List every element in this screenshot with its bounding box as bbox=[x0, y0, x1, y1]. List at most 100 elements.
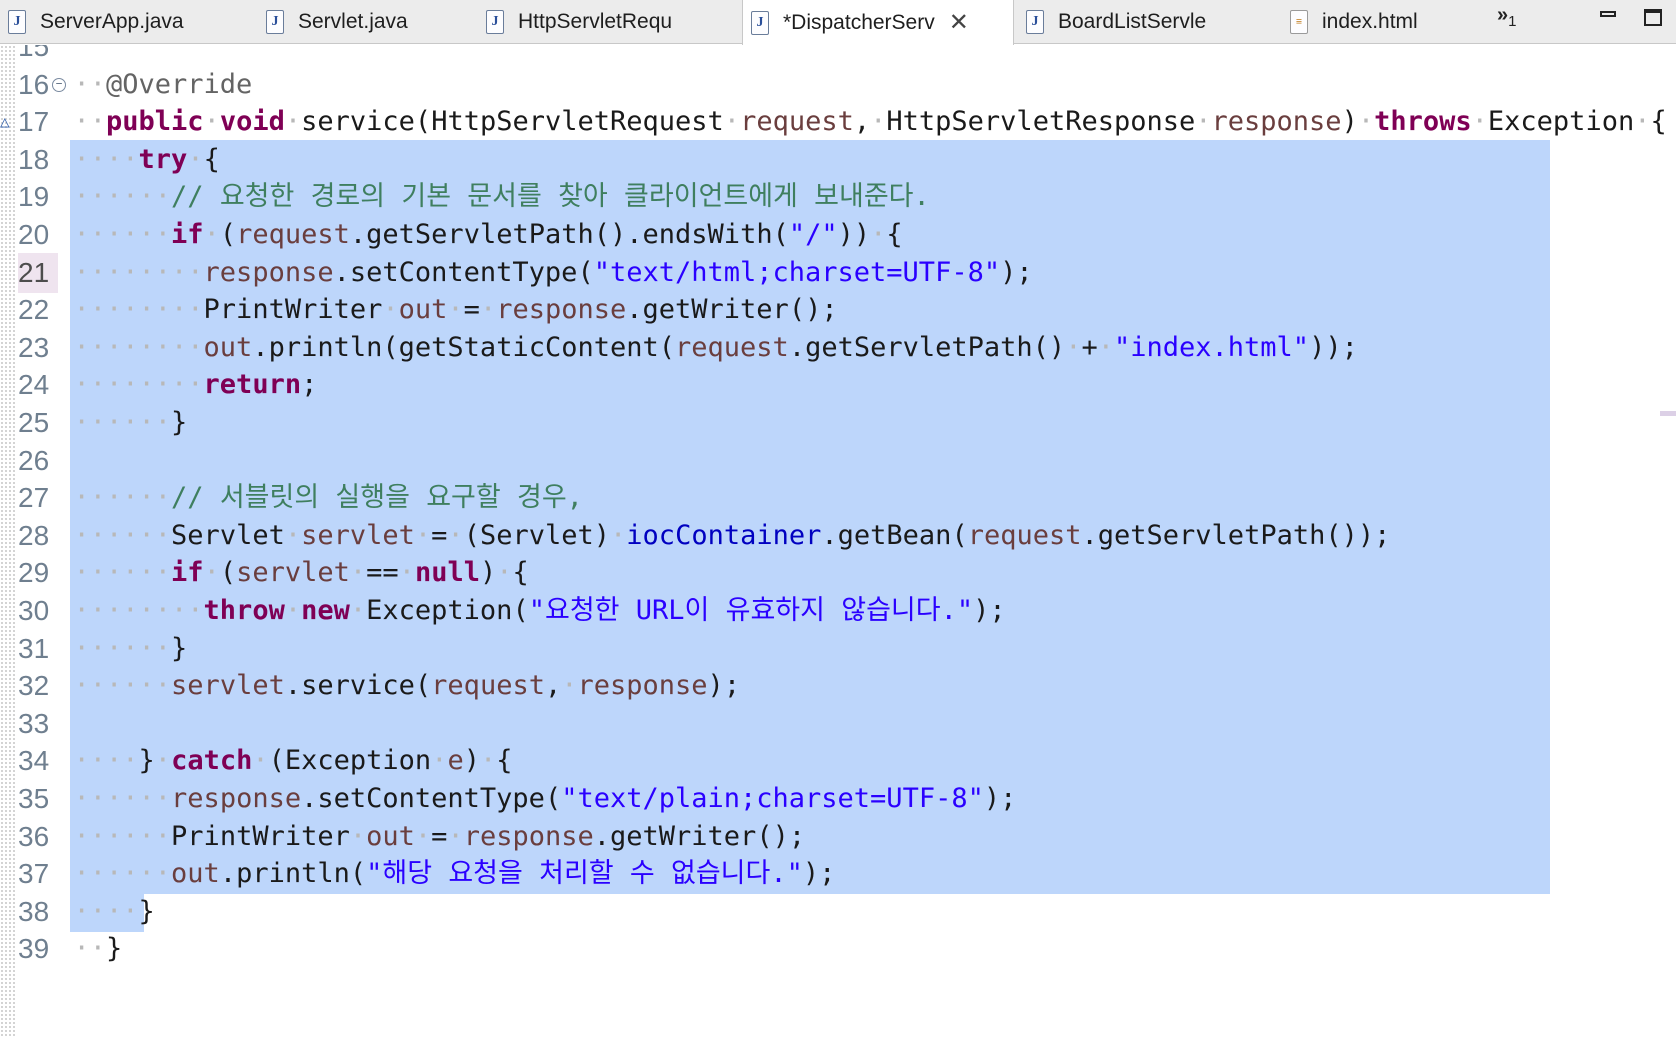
line-number: 21 bbox=[18, 252, 58, 293]
code-text: ········throw·new·Exception("요청한 URL이 유효… bbox=[73, 595, 1006, 626]
code-line[interactable]: 39 ··} bbox=[0, 929, 1676, 969]
tab-label: *DispatcherServ bbox=[783, 10, 935, 34]
code-line[interactable]: 23 ········out.println(getStaticContent(r… bbox=[0, 327, 1676, 368]
code-line[interactable]: 19 ······// 요청한 경로의 기본 문서를 찾아 클라이언트에게 보내준… bbox=[0, 177, 1676, 218]
code-text: ··public·void·service(HttpServletRequest… bbox=[73, 106, 1667, 138]
fold-toggle-icon[interactable]: − bbox=[52, 77, 66, 92]
code-text: ········PrintWriter·out·=·response.getWr… bbox=[73, 294, 838, 326]
code-line[interactable]: 37 ······out.println("해당 요청을 처리할 수 없습니다."… bbox=[0, 854, 1676, 895]
line-number: 35 bbox=[18, 783, 50, 814]
line-number: 19 bbox=[18, 181, 50, 213]
tab-servlet[interactable]: J Servlet.java bbox=[258, 0, 476, 44]
code-text: ······Servlet·servlet·=·(Servlet)·iocCon… bbox=[73, 519, 1391, 551]
code-text: ····}·catch·(Exception·e)·{ bbox=[73, 745, 513, 777]
line-number: 39 bbox=[18, 933, 50, 965]
line-number: 17 bbox=[18, 106, 50, 138]
code-text: ····try·{ bbox=[73, 143, 220, 175]
line-number: 22 bbox=[18, 294, 50, 326]
tab-httpservletrequest[interactable]: J HttpServletRequ bbox=[478, 0, 738, 44]
tab-overflow-button[interactable]: »1 bbox=[1497, 4, 1516, 30]
code-text: ······if·(servlet·==·null)·{ bbox=[73, 557, 529, 589]
code-line[interactable]: 26 bbox=[0, 440, 1676, 481]
code-line[interactable]: 36 ······PrintWriter·out·=·response.getWr… bbox=[0, 816, 1676, 857]
code-text: ······PrintWriter·out·=·response.getWrit… bbox=[73, 820, 806, 852]
code-text: ······// 서블릿의 실행을 요구할 경우, bbox=[73, 482, 583, 514]
line-number: 24 bbox=[18, 369, 50, 401]
code-text: ······response.setContentType("text/plai… bbox=[73, 783, 1017, 814]
html-file-icon: ≡ bbox=[1290, 10, 1308, 34]
selection-highlight bbox=[70, 403, 1550, 443]
code-line[interactable]: 24 ········return; bbox=[0, 365, 1676, 406]
tab-label: index.html bbox=[1322, 10, 1418, 33]
overflow-count: 1 bbox=[1508, 13, 1517, 30]
line-number: 32 bbox=[18, 670, 50, 702]
code-line[interactable]: 27 ······// 서블릿의 실행을 요구할 경우, bbox=[0, 478, 1676, 519]
line-number: 26 bbox=[18, 444, 50, 476]
override-marker-icon[interactable]: △ bbox=[0, 102, 10, 142]
overview-ruler-marker[interactable] bbox=[1660, 411, 1676, 416]
code-line[interactable]: 25 ······} bbox=[0, 403, 1676, 443]
editor-tab-bar: J ServerApp.java J Servlet.java J HttpSe… bbox=[0, 0, 1676, 45]
line-number: 31 bbox=[18, 632, 50, 664]
tab-serverapp[interactable]: J ServerApp.java bbox=[0, 0, 248, 44]
line-number: 28 bbox=[18, 519, 50, 551]
code-line[interactable]: 30 ········throw·new·Exception("요청한 URL이 … bbox=[0, 591, 1676, 631]
code-text: ······servlet.service(request,·response)… bbox=[73, 670, 741, 702]
code-line[interactable]: 17 △ ··public·void·service(HttpServletRequ… bbox=[0, 102, 1676, 142]
code-text: ······// 요청한 경로의 기본 문서를 찾아 클라이언트에게 보내준다. bbox=[73, 181, 930, 213]
code-line[interactable]: 18 ····try·{ bbox=[0, 139, 1676, 180]
code-text: ··@Override bbox=[73, 68, 253, 100]
line-number: 18 bbox=[18, 143, 50, 175]
java-file-icon: J bbox=[266, 10, 284, 34]
code-line[interactable]: 35 ······response.setContentType("text/pl… bbox=[0, 779, 1676, 819]
java-file-icon: J bbox=[751, 10, 769, 35]
line-number: 34 bbox=[18, 745, 50, 777]
code-line[interactable]: 38 ····} bbox=[0, 891, 1676, 932]
code-text: ········response.setContentType("text/ht… bbox=[73, 256, 1033, 288]
code-line[interactable]: 34 ····}·catch·(Exception·e)·{ bbox=[0, 741, 1676, 782]
selection-highlight bbox=[70, 628, 1550, 669]
selection-highlight bbox=[70, 703, 1550, 744]
code-line[interactable]: 28 ······Servlet·servlet·=·(Servlet)·iocC… bbox=[0, 515, 1676, 556]
code-line[interactable]: 21 ········response.setContentType("text/… bbox=[0, 252, 1676, 293]
minimize-icon[interactable] bbox=[1600, 11, 1616, 17]
maximize-icon[interactable] bbox=[1644, 9, 1662, 26]
code-text: ········return; bbox=[73, 369, 318, 401]
line-number: 23 bbox=[18, 331, 50, 363]
code-text: ······out.println("해당 요청을 처리할 수 없습니다."); bbox=[73, 858, 836, 890]
selection-highlight bbox=[70, 139, 1550, 180]
line-number: 37 bbox=[18, 858, 50, 890]
code-editor[interactable]: 15 16− ··@Override 17 △ ··public·void·service… bbox=[0, 45, 1676, 1038]
line-number: 33 bbox=[18, 707, 50, 739]
line-number: 30 bbox=[18, 595, 50, 626]
java-file-icon: J bbox=[1026, 10, 1044, 34]
code-line[interactable]: 32 ······servlet.service(request,·respons… bbox=[0, 666, 1676, 707]
line-number: 36 bbox=[18, 820, 50, 852]
java-file-icon: J bbox=[486, 10, 504, 34]
line-number: 20 bbox=[18, 219, 50, 250]
code-line[interactable]: 20 ······if·(request.getServletPath().end… bbox=[0, 215, 1676, 255]
tab-index-html[interactable]: ≡ index.html bbox=[1282, 0, 1482, 44]
code-line[interactable]: 33 bbox=[0, 703, 1676, 744]
code-text: ······} bbox=[73, 407, 188, 438]
code-line[interactable]: 16− ··@Override bbox=[0, 65, 1676, 105]
line-number: 27 bbox=[18, 482, 50, 514]
code-text: ··} bbox=[73, 933, 123, 965]
close-icon[interactable]: ✕ bbox=[949, 10, 969, 35]
selection-highlight bbox=[70, 440, 1550, 481]
code-line[interactable]: 31 ······} bbox=[0, 628, 1676, 669]
tab-label: Servlet.java bbox=[298, 10, 408, 33]
code-text: ········out.println(getStaticContent(req… bbox=[73, 331, 1358, 363]
tab-label: HttpServletRequ bbox=[518, 10, 673, 33]
code-line[interactable]: 22 ········PrintWriter·out·=·response.get… bbox=[0, 290, 1676, 331]
line-number: 29 bbox=[18, 557, 50, 589]
line-number: 38 bbox=[18, 895, 50, 927]
code-text: ····} bbox=[73, 895, 155, 927]
java-file-icon: J bbox=[8, 10, 26, 34]
code-line[interactable]: 29 ······if·(servlet·==·null)·{ bbox=[0, 553, 1676, 594]
code-text: ······if·(request.getServletPath().endsW… bbox=[73, 219, 903, 250]
tab-dispatcherservlet[interactable]: J *DispatcherServ ✕ bbox=[742, 0, 1014, 45]
line-number: 25 bbox=[18, 407, 50, 438]
tab-label: BoardListServle bbox=[1058, 10, 1207, 33]
tab-boardlistservlet[interactable]: J BoardListServle bbox=[1018, 0, 1280, 44]
